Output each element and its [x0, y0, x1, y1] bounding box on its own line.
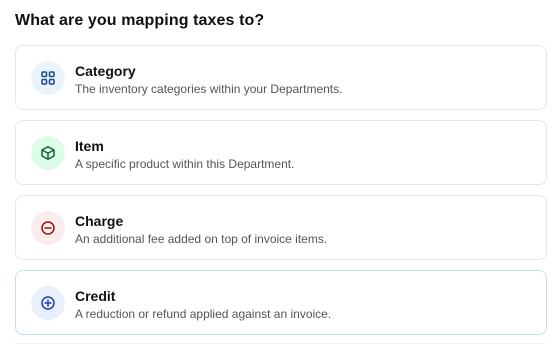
plus-circle-icon: [31, 286, 65, 320]
next-option-edge: [15, 343, 547, 348]
option-item[interactable]: Item A specific product within this Depa…: [15, 120, 547, 185]
option-category[interactable]: Category The inventory categories within…: [15, 45, 547, 110]
mapping-options-list: Category The inventory categories within…: [15, 45, 547, 345]
option-charge[interactable]: Charge An additional fee added on top of…: [15, 195, 547, 260]
option-description: A specific product within this Departmen…: [75, 157, 295, 171]
option-description: A reduction or refund applied against an…: [75, 307, 332, 321]
page-title: What are you mapping taxes to?: [15, 12, 265, 29]
option-label: Category: [75, 63, 136, 79]
tax-mapping-page: What are you mapping taxes to? Category …: [0, 0, 560, 348]
option-credit[interactable]: Credit A reduction or refund applied aga…: [15, 270, 547, 335]
grid-icon: [31, 61, 65, 95]
minus-circle-icon: [31, 211, 65, 245]
option-description: An additional fee added on top of invoic…: [75, 232, 328, 246]
option-description: The inventory categories within your Dep…: [75, 82, 343, 96]
option-label: Charge: [75, 213, 124, 229]
option-label: Credit: [75, 288, 116, 304]
box-icon: [31, 136, 65, 170]
option-label: Item: [75, 138, 104, 154]
